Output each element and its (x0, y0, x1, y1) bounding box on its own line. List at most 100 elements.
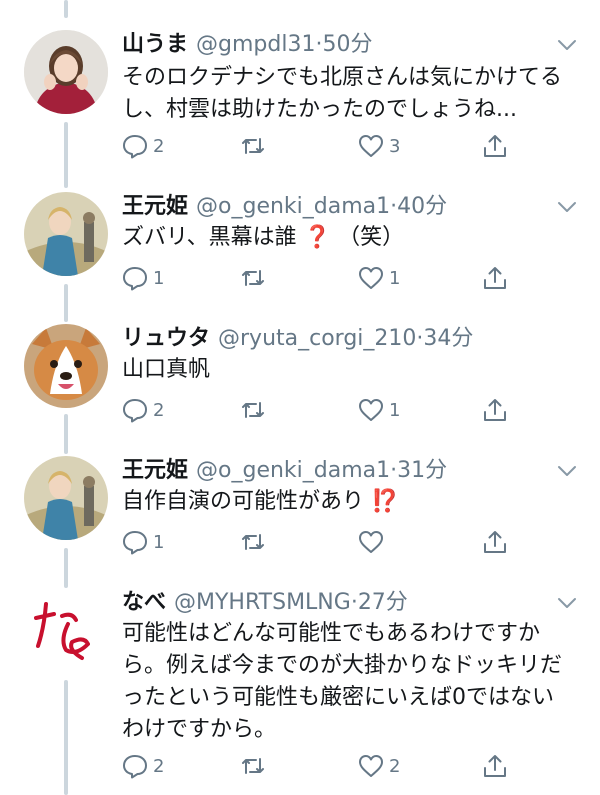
woman-photo-avatar-icon (24, 30, 108, 114)
handwritten-avatar-icon (24, 588, 108, 672)
display-name[interactable]: 山うま (122, 32, 188, 57)
tweet-actions: 1 (122, 528, 522, 556)
tweet[interactable]: 王元姫 @o_genki_dama1·31分 自作自演の可能性があり ⁉️ 1 (0, 456, 600, 566)
reply-button[interactable]: 1 (122, 264, 164, 292)
avatar[interactable] (24, 588, 108, 672)
like-button[interactable] (358, 528, 389, 556)
like-count: 1 (389, 399, 401, 421)
timestamp[interactable]: 40分 (397, 194, 447, 219)
user-handle[interactable]: @o_genki_dama1 (196, 458, 390, 483)
tweet[interactable]: なべ @MYHRTSMLNG·27分 可能性はどんな可能性でもあるわけですか ら。… (0, 588, 600, 795)
share-button[interactable] (482, 264, 508, 292)
chevron-down-icon[interactable] (556, 196, 578, 218)
user-handle[interactable]: @ryuta_corgi_210 (218, 326, 416, 351)
share-icon (484, 399, 506, 421)
like-button[interactable]: 1 (358, 264, 400, 292)
tweet-header: 王元姫 @o_genki_dama1·40分 (122, 192, 447, 222)
retweet-button[interactable] (240, 396, 271, 424)
tweet[interactable]: リュウタ @ryuta_corgi_210·34分 山口真帆 2 1 (0, 324, 600, 434)
reply-count: 1 (153, 531, 165, 553)
share-icon (484, 755, 506, 777)
retweet-icon (242, 402, 264, 418)
tweet-text-line: わけですから。 (122, 717, 277, 742)
character-avatar-icon (24, 192, 108, 276)
tweet-text-line: そのロクデナシでも北原さんは気にかけてる (122, 65, 563, 90)
retweet-button[interactable] (240, 264, 271, 292)
like-count: 1 (389, 267, 401, 289)
reply-button[interactable]: 1 (122, 528, 164, 556)
avatar[interactable] (24, 192, 108, 276)
reply-button[interactable]: 2 (122, 752, 164, 780)
reply-icon (123, 755, 147, 779)
tweet-actions: 2 1 (122, 396, 522, 424)
retweet-button[interactable] (240, 132, 271, 160)
dog-photo-avatar-icon (24, 324, 108, 408)
timestamp[interactable]: 27分 (358, 590, 408, 615)
like-count: 3 (389, 135, 401, 157)
like-count: 2 (389, 755, 401, 777)
reply-count: 2 (153, 755, 165, 777)
exclamation-question-emoji: ⁉️ (371, 489, 399, 514)
reply-icon (123, 531, 147, 555)
display-name[interactable]: 王元姫 (122, 194, 188, 219)
heart-icon (359, 267, 383, 289)
share-button[interactable] (482, 752, 508, 780)
tweet-text: 自作自演の可能性があり ⁉️ (122, 486, 582, 518)
retweet-icon (242, 758, 264, 774)
tweet-header: なべ @MYHRTSMLNG·27分 (122, 588, 408, 618)
display-name[interactable]: リュウタ (122, 326, 210, 351)
heart-icon (359, 399, 383, 421)
like-button[interactable]: 2 (358, 752, 400, 780)
character-avatar-icon (24, 456, 108, 540)
avatar[interactable] (24, 324, 108, 408)
share-button[interactable] (482, 132, 508, 160)
reply-count: 2 (153, 135, 165, 157)
like-button[interactable]: 1 (358, 396, 400, 424)
tweet-text-line: ったという可能性も厳密にいえば0ではない (122, 685, 554, 710)
tweet-text-line: 自作自演の可能性があり (122, 489, 365, 514)
tweet-text-line: 山口真帆 (122, 357, 211, 382)
chevron-down-icon[interactable] (556, 460, 578, 482)
share-icon (484, 267, 506, 289)
tweet[interactable]: 山うま @gmpdl31·50分 そのロクデナシでも北原さんは気にかけてる し、村… (0, 30, 600, 170)
share-button[interactable] (482, 528, 508, 556)
reply-icon (123, 399, 147, 423)
user-handle[interactable]: @gmpdl31 (196, 32, 315, 57)
reply-count: 2 (153, 399, 165, 421)
like-button[interactable]: 3 (358, 132, 400, 160)
reply-button[interactable]: 2 (122, 132, 164, 160)
timestamp[interactable]: 34分 (423, 326, 473, 351)
tweet-text-line: 可能性はどんな可能性でもあるわけですか (122, 621, 541, 646)
reply-icon (123, 135, 147, 159)
display-name[interactable]: 王元姫 (122, 458, 188, 483)
retweet-icon (242, 138, 264, 154)
display-name[interactable]: なべ (122, 590, 166, 615)
user-handle[interactable]: @o_genki_dama1 (196, 194, 390, 219)
tweet-text: そのロクデナシでも北原さんは気にかけてる し、村雲は助けたかったのでしょうね..… (122, 62, 582, 126)
retweet-icon (242, 270, 264, 286)
heart-icon (359, 531, 383, 553)
tweet[interactable]: 王元姫 @o_genki_dama1·40分 ズバリ、黒幕は誰 ❓ （笑） 1 1 (0, 192, 600, 300)
share-button[interactable] (482, 396, 508, 424)
share-icon (484, 135, 506, 157)
tweet-header: 王元姫 @o_genki_dama1·31分 (122, 456, 447, 486)
heart-icon (359, 135, 383, 157)
tweet-actions: 1 1 (122, 264, 522, 292)
tweet-text: 山口真帆 (122, 354, 582, 386)
avatar[interactable] (24, 30, 108, 114)
chevron-down-icon[interactable] (556, 592, 578, 614)
user-handle[interactable]: @MYHRTSMLNG (174, 590, 351, 615)
tweet-text-suffix: （笑） (338, 225, 405, 250)
share-icon (484, 531, 506, 553)
retweet-button[interactable] (240, 528, 271, 556)
tweet-header: リュウタ @ryuta_corgi_210·34分 (122, 324, 473, 354)
avatar[interactable] (24, 456, 108, 540)
reply-button[interactable]: 2 (122, 396, 164, 424)
tweet-text: ズバリ、黒幕は誰 ❓ （笑） (122, 222, 582, 254)
timestamp[interactable]: 50分 (322, 32, 372, 57)
separator-dot: · (350, 590, 358, 615)
chevron-down-icon[interactable] (556, 34, 578, 56)
retweet-button[interactable] (240, 752, 271, 780)
timestamp[interactable]: 31分 (397, 458, 447, 483)
tweet-text-line: ら。例えば今までのが大掛かりなドッキリだ (122, 653, 563, 678)
